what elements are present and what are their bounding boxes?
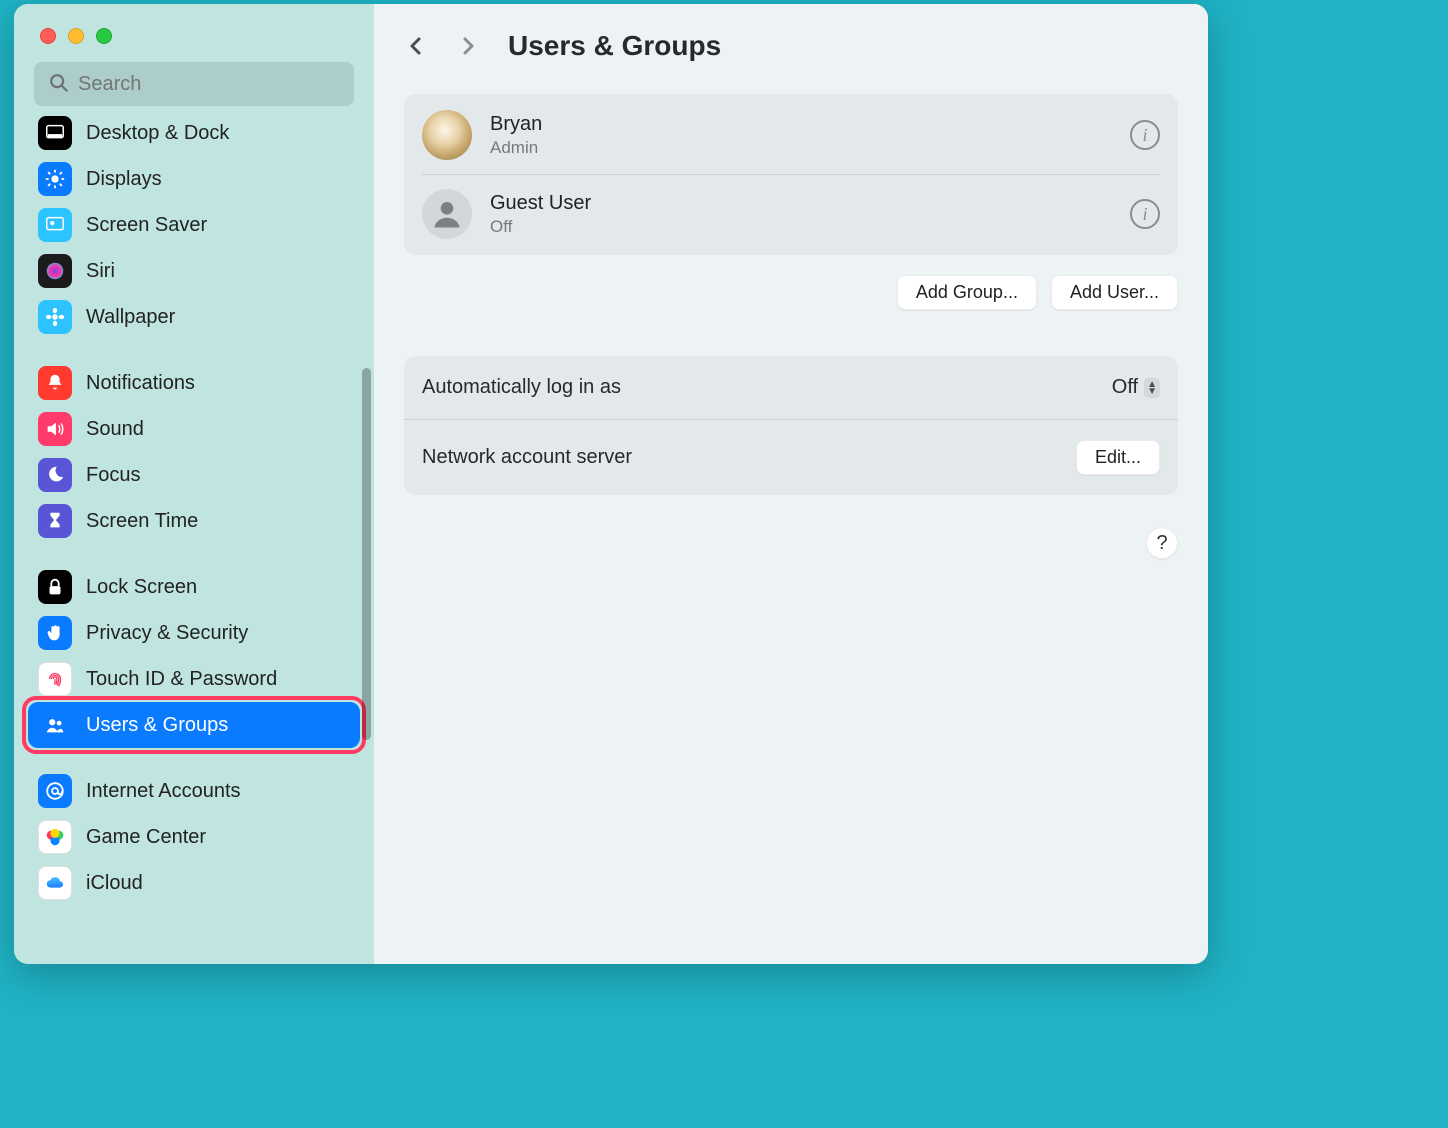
forward-button[interactable] (456, 34, 480, 58)
back-button[interactable] (404, 34, 428, 58)
hand-icon (38, 616, 72, 650)
sidebar-item-displays[interactable]: Displays (28, 156, 360, 202)
sidebar-item-label: Screen Saver (86, 214, 207, 237)
user-name: Bryan (490, 113, 1112, 136)
edit-button[interactable]: Edit... (1076, 440, 1160, 475)
sidebar-item-lock-screen[interactable]: Lock Screen (28, 564, 360, 610)
scrollbar-thumb[interactable] (362, 368, 371, 740)
popup-value-text: Off (1112, 376, 1138, 399)
user-name: Guest User (490, 192, 1112, 215)
fingerprint-icon (38, 662, 72, 696)
sidebar-item-screen-saver[interactable]: Screen Saver (28, 202, 360, 248)
chevron-up-down-icon: ▲▼ (1144, 378, 1160, 398)
minimize-window-button[interactable] (68, 28, 84, 44)
auto-login-row: Automatically log in as Off ▲▼ (404, 356, 1178, 419)
traffic-lights (14, 20, 374, 62)
sun-icon (38, 162, 72, 196)
sidebar-item-touch-id-password[interactable]: Touch ID & Password (28, 656, 360, 702)
search-icon (48, 72, 70, 94)
sidebar-item-label: Game Center (86, 826, 206, 849)
sidebar-item-label: Focus (86, 464, 140, 487)
header: Users & Groups (404, 22, 1178, 70)
sidebar-item-label: iCloud (86, 872, 143, 895)
network-server-row: Network account server Edit... (404, 419, 1178, 495)
sidebar-item-sound[interactable]: Sound (28, 406, 360, 452)
sidebar-item-label: Sound (86, 418, 144, 441)
avatar (422, 110, 472, 160)
search-input[interactable] (34, 62, 354, 106)
add-user-button[interactable]: Add User... (1051, 275, 1178, 310)
dock-icon (38, 116, 72, 150)
sidebar-item-internet-accounts[interactable]: Internet Accounts (28, 768, 360, 814)
settings-window: Desktop & Dock Displays Screen Saver Siri Wa… (14, 4, 1208, 964)
page-title: Users & Groups (508, 30, 721, 62)
at-icon (38, 774, 72, 808)
avatar (422, 189, 472, 239)
sidebar-item-label: Wallpaper (86, 306, 175, 329)
setting-label: Network account server (422, 446, 632, 469)
sidebar-item-label: Touch ID & Password (86, 668, 277, 691)
sidebar-item-label: Siri (86, 260, 115, 283)
sidebar-item-wallpaper[interactable]: Wallpaper (28, 294, 360, 340)
user-meta: Bryan Admin (490, 113, 1112, 158)
zoom-window-button[interactable] (96, 28, 112, 44)
auto-login-popup[interactable]: Off ▲▼ (1112, 376, 1160, 399)
hourglass-icon (38, 504, 72, 538)
users-icon (38, 708, 72, 742)
search-wrap (14, 62, 374, 114)
user-role: Off (490, 217, 1112, 237)
info-icon[interactable]: i (1130, 120, 1160, 150)
cloud-icon (38, 866, 72, 900)
user-meta: Guest User Off (490, 192, 1112, 237)
sidebar-item-label: Screen Time (86, 510, 198, 533)
sidebar-item-screen-time[interactable]: Screen Time (28, 498, 360, 544)
sidebar: Desktop & Dock Displays Screen Saver Siri Wa… (14, 4, 374, 964)
user-row[interactable]: Guest User Off i (422, 174, 1160, 253)
sidebar-item-label: Lock Screen (86, 576, 197, 599)
help-button[interactable]: ? (1146, 527, 1178, 559)
user-role: Admin (490, 138, 1112, 158)
sidebar-item-label: Displays (86, 168, 162, 191)
screensaver-icon (38, 208, 72, 242)
sidebar-item-label: Users & Groups (86, 714, 228, 737)
sidebar-item-game-center[interactable]: Game Center (28, 814, 360, 860)
sidebar-item-label: Desktop & Dock (86, 122, 229, 145)
sidebar-item-label: Privacy & Security (86, 622, 248, 645)
settings-panel: Automatically log in as Off ▲▼ Network a… (404, 356, 1178, 495)
flower-icon (38, 300, 72, 334)
add-group-button[interactable]: Add Group... (897, 275, 1037, 310)
sidebar-item-label: Internet Accounts (86, 780, 241, 803)
sidebar-item-privacy-security[interactable]: Privacy & Security (28, 610, 360, 656)
sidebar-item-users-groups[interactable]: Users & Groups (28, 702, 360, 748)
sidebar-item-notifications[interactable]: Notifications (28, 360, 360, 406)
bell-icon (38, 366, 72, 400)
info-icon[interactable]: i (1130, 199, 1160, 229)
sidebar-item-icloud[interactable]: iCloud (28, 860, 360, 906)
user-row[interactable]: Bryan Admin i (404, 96, 1178, 174)
lock-icon (38, 570, 72, 604)
moon-icon (38, 458, 72, 492)
siri-icon (38, 254, 72, 288)
sidebar-item-label: Notifications (86, 372, 195, 395)
close-window-button[interactable] (40, 28, 56, 44)
sound-icon (38, 412, 72, 446)
button-row: Add Group... Add User... (404, 275, 1178, 310)
sidebar-list: Desktop & Dock Displays Screen Saver Siri Wa… (14, 114, 374, 920)
gamecenter-icon (38, 820, 72, 854)
sidebar-item-siri[interactable]: Siri (28, 248, 360, 294)
sidebar-scroll: Desktop & Dock Displays Screen Saver Siri Wa… (14, 114, 374, 964)
sidebar-item-focus[interactable]: Focus (28, 452, 360, 498)
sidebar-item-desktop-dock[interactable]: Desktop & Dock (28, 114, 360, 156)
main-content: Users & Groups Bryan Admin i Guest User … (374, 4, 1208, 964)
setting-label: Automatically log in as (422, 376, 621, 399)
users-panel: Bryan Admin i Guest User Off i (404, 94, 1178, 255)
